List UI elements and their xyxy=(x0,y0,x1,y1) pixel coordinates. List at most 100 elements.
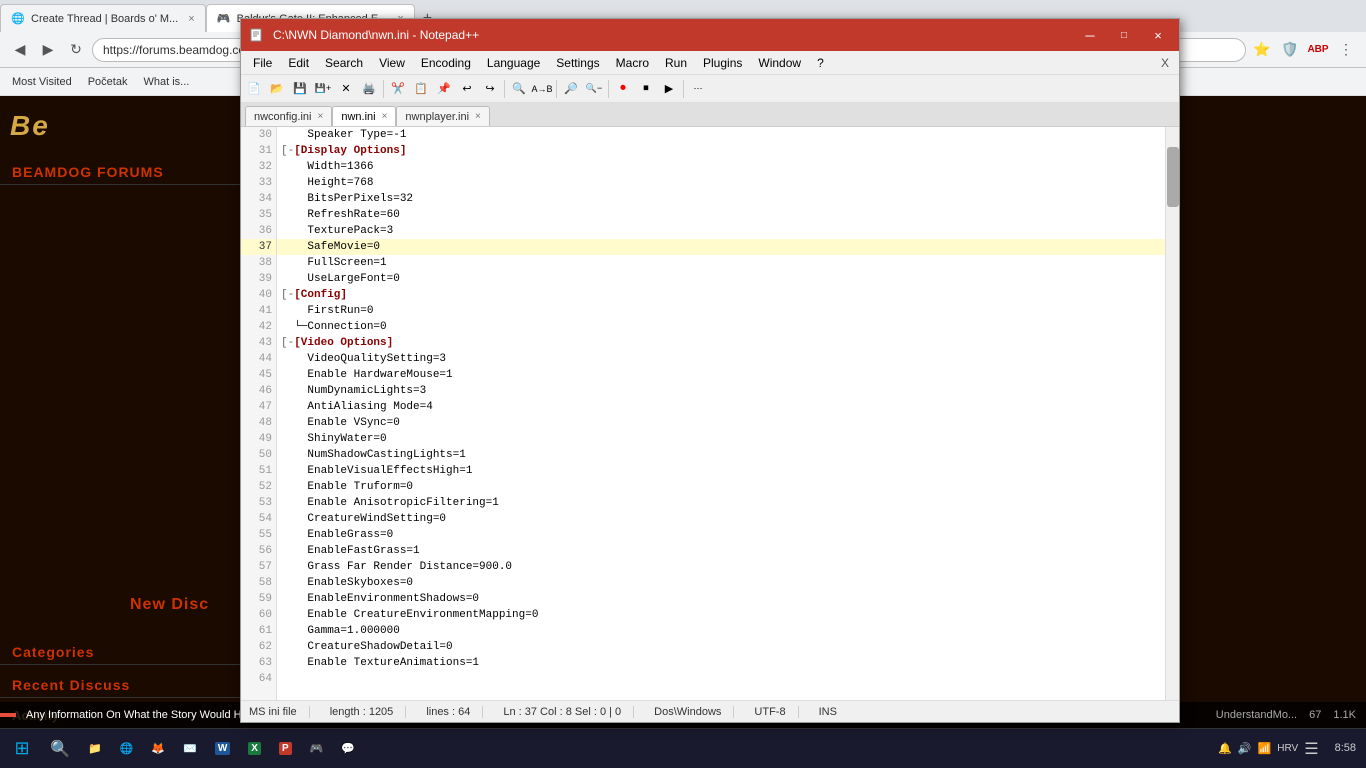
file-tab-nwnini-close[interactable]: × xyxy=(382,111,388,122)
taskbar-clock[interactable]: 8:58 xyxy=(1329,741,1362,755)
toolbar-undo[interactable]: ↩ xyxy=(456,78,478,100)
show-desktop-button[interactable]: ☰ xyxy=(1304,739,1318,759)
forum-sidebar: BEAMDOG FORUMS New Disc Categories Recen… xyxy=(0,156,240,768)
line-number-42: 42 xyxy=(241,319,276,335)
taskbar-systray: 🔔 🔊 📶 HRV ☰ xyxy=(1210,739,1326,759)
toolbar-print[interactable]: 🖨️ xyxy=(358,78,380,100)
toolbar-cut[interactable]: ✂️ xyxy=(387,78,409,100)
code-line-43: [-[Video Options] xyxy=(277,335,1165,351)
file-tab-nwconfig-close[interactable]: × xyxy=(317,111,323,122)
file-tab-nwnplayer[interactable]: nwnplayer.ini × xyxy=(396,106,489,126)
extension-star[interactable]: ⭐ xyxy=(1250,38,1274,62)
taskbar-app-steam[interactable]: 🎮 xyxy=(302,731,332,767)
extension-adblock[interactable]: ABP xyxy=(1306,38,1330,62)
taskbar-app-firefox[interactable]: 🦊 xyxy=(143,731,173,767)
line-number-63: 63 xyxy=(241,655,276,671)
menu-view[interactable]: View xyxy=(371,54,413,72)
file-tab-nwnini-label: nwn.ini xyxy=(341,111,375,123)
toolbar-macro-rec[interactable]: ⏺ xyxy=(612,78,634,100)
menu-file[interactable]: File xyxy=(245,54,280,72)
start-button[interactable]: ⊞ xyxy=(4,731,40,767)
maximize-button[interactable]: □ xyxy=(1111,25,1137,45)
toolbar-replace[interactable]: A→B xyxy=(531,78,553,100)
taskbar-app-excel[interactable]: X xyxy=(240,731,269,767)
close-search-x[interactable]: X xyxy=(1155,54,1175,72)
search-icon: 🔍 xyxy=(50,739,70,759)
forward-button[interactable]: ▶ xyxy=(36,38,60,62)
forum-right-decoration xyxy=(1186,96,1366,768)
toolbar-paste[interactable]: 📌 xyxy=(433,78,455,100)
extension-shield[interactable]: 🛡️ xyxy=(1278,38,1302,62)
toolbar-save-all[interactable]: 💾+ xyxy=(312,78,334,100)
line-number-62: 62 xyxy=(241,639,276,655)
toolbar-zoom-in[interactable]: 🔎 xyxy=(560,78,582,100)
back-button[interactable]: ◀ xyxy=(8,38,32,62)
browser-tab-1[interactable]: 🌐 Create Thread | Boards o' M... × xyxy=(0,4,206,32)
code-line-63: Enable TextureAnimations=1 xyxy=(277,655,1165,671)
menu-window[interactable]: Window xyxy=(750,54,809,72)
toolbar-new[interactable]: 📄 xyxy=(243,78,265,100)
menu-run[interactable]: Run xyxy=(657,54,695,72)
file-tab-nwnini[interactable]: nwn.ini × xyxy=(332,106,396,126)
toolbar-sep-1 xyxy=(383,80,384,98)
menu-encoding[interactable]: Encoding xyxy=(413,54,479,72)
code-line-33: Height=768 xyxy=(277,175,1165,191)
toolbar-close[interactable]: ✕ xyxy=(335,78,357,100)
taskbar-app-word[interactable]: W xyxy=(207,731,238,767)
toolbar-more[interactable]: ⋯ xyxy=(687,78,709,100)
code-line-50: NumShadowCastingLights=1 xyxy=(277,447,1165,463)
taskbar-search-button[interactable]: 🔍 xyxy=(42,731,78,767)
menu-help[interactable]: ? xyxy=(809,54,832,72)
chat-icon: 💬 xyxy=(341,742,355,755)
taskbar-app-chrome[interactable]: 🌐 xyxy=(112,731,142,767)
toolbar-macro-run[interactable]: ▶ xyxy=(658,78,680,100)
bookmark-pocetak[interactable]: Početak xyxy=(84,74,132,90)
menu-settings[interactable]: Settings xyxy=(548,54,607,72)
menu-plugins[interactable]: Plugins xyxy=(695,54,750,72)
code-line-60: Enable CreatureEnvironmentMapping=0 xyxy=(277,607,1165,623)
code-content[interactable]: Speaker Type=-1[-[Display Options] Width… xyxy=(277,127,1165,700)
code-line-51: EnableVisualEffectsHigh=1 xyxy=(277,463,1165,479)
language-indicator[interactable]: HRV xyxy=(1277,743,1298,754)
code-line-58: EnableSkyboxes=0 xyxy=(277,575,1165,591)
code-line-62: CreatureShadowDetail=0 xyxy=(277,639,1165,655)
volume-icon[interactable]: 🔊 xyxy=(1238,742,1252,755)
menu-language[interactable]: Language xyxy=(479,54,548,72)
scrollbar[interactable] xyxy=(1165,127,1179,700)
file-tab-nwnplayer-close[interactable]: × xyxy=(475,111,481,122)
toolbar-redo[interactable]: ↪ xyxy=(479,78,501,100)
menu-macro[interactable]: Macro xyxy=(608,54,657,72)
taskbar-app-powerpoint[interactable]: P xyxy=(271,731,300,767)
bookmark-what-is[interactable]: What is... xyxy=(139,74,193,90)
line-number-41: 41 xyxy=(241,303,276,319)
toolbar-save[interactable]: 💾 xyxy=(289,78,311,100)
close-button[interactable]: × xyxy=(1145,25,1171,45)
minimize-button[interactable]: ─ xyxy=(1077,25,1103,45)
toolbar-open[interactable]: 📂 xyxy=(266,78,288,100)
taskbar-app-explorer[interactable]: 📁 xyxy=(80,731,110,767)
toolbar-macro-stop[interactable]: ⏹ xyxy=(635,78,657,100)
refresh-button[interactable]: ↻ xyxy=(64,38,88,62)
toolbar-find[interactable]: 🔍 xyxy=(508,78,530,100)
line-number-64: 64 xyxy=(241,671,276,687)
bookmark-most-visited[interactable]: Most Visited xyxy=(8,74,76,90)
scrollbar-thumb[interactable] xyxy=(1167,147,1179,207)
line-number-46: 46 xyxy=(241,383,276,399)
windows-logo-icon: ⊞ xyxy=(14,738,29,759)
taskbar-app-mail[interactable]: ✉️ xyxy=(175,731,205,767)
toolbar-copy[interactable]: 📋 xyxy=(410,78,432,100)
tab1-close[interactable]: × xyxy=(188,13,194,25)
network-icon[interactable]: 📶 xyxy=(1258,742,1272,755)
file-tab-nwconfig[interactable]: nwconfig.ini × xyxy=(245,106,332,126)
browser-menu-button[interactable]: ⋮ xyxy=(1334,38,1358,62)
menu-search[interactable]: Search xyxy=(317,54,371,72)
menu-edit[interactable]: Edit xyxy=(280,54,317,72)
powerpoint-icon: P xyxy=(279,742,292,755)
taskbar-app-chat[interactable]: 💬 xyxy=(333,731,363,767)
news-stat-2: 67 xyxy=(1309,709,1321,721)
toolbar-zoom-out[interactable]: 🔍− xyxy=(583,78,605,100)
word-icon: W xyxy=(215,742,230,755)
code-line-32: Width=1366 xyxy=(277,159,1165,175)
notification-bell-icon[interactable]: 🔔 xyxy=(1218,742,1232,755)
forum-new-discussions-label: New Disc xyxy=(130,596,209,614)
